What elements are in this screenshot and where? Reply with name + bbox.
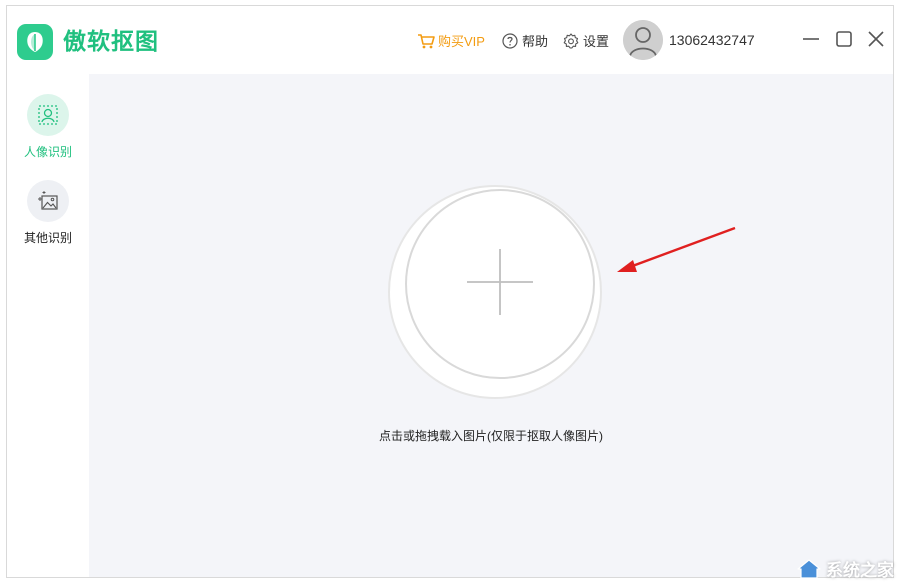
question-circle-icon (502, 32, 518, 49)
add-image-icon (388, 185, 602, 399)
help-button[interactable]: 帮助 (502, 31, 548, 50)
image-sparkle-icon (38, 191, 58, 210)
user-phone-number[interactable]: 13062432747 (669, 32, 755, 48)
buy-vip-button[interactable]: 购买VIP (417, 31, 485, 50)
user-icon (623, 20, 663, 60)
house-logo-icon (797, 558, 821, 579)
minimize-icon (803, 38, 819, 40)
buy-vip-label: 购买VIP (438, 34, 485, 49)
gear-icon (563, 32, 579, 49)
cart-icon (418, 33, 435, 48)
annotation-arrow-icon (617, 226, 736, 272)
app-window: 傲软抠图 购买VIP 帮助 设置 13062432747 人像识别 其他识别 点… (6, 5, 894, 578)
settings-button[interactable]: 设置 (563, 31, 609, 50)
sidebar-item-other[interactable]: 其他识别 (7, 180, 89, 246)
main-canvas: 点击或拖拽载入图片(仅限于抠取人像图片) (89, 74, 893, 577)
sidebar-item-portrait-label: 人像识别 (23, 145, 72, 159)
sidebar-item-portrait-badge (27, 94, 69, 136)
close-button[interactable] (865, 28, 887, 50)
settings-label: 设置 (583, 34, 610, 49)
app-logo (17, 24, 53, 60)
site-watermark: 系统之家 (796, 556, 894, 581)
portrait-scan-icon (38, 105, 58, 125)
close-icon (868, 31, 884, 47)
help-label: 帮助 (522, 34, 549, 49)
maximize-icon (836, 31, 852, 47)
sidebar: 人像识别 其他识别 (7, 74, 89, 577)
upload-drop-zone[interactable] (387, 184, 603, 400)
sidebar-item-portrait[interactable]: 人像识别 (7, 94, 89, 160)
leaf-logo-icon (27, 32, 43, 52)
maximize-button[interactable] (833, 28, 855, 50)
watermark-text: 系统之家 (826, 561, 894, 580)
upload-hint-text: 点击或拖拽载入图片(仅限于抠取人像图片) (379, 429, 603, 443)
user-avatar[interactable] (623, 20, 663, 60)
sidebar-item-other-badge (27, 180, 69, 222)
sidebar-item-other-label: 其他识别 (23, 231, 72, 245)
minimize-button[interactable] (800, 28, 822, 50)
title-bar: 傲软抠图 购买VIP 帮助 设置 13062432747 (7, 6, 893, 74)
app-title: 傲软抠图 (63, 28, 159, 54)
